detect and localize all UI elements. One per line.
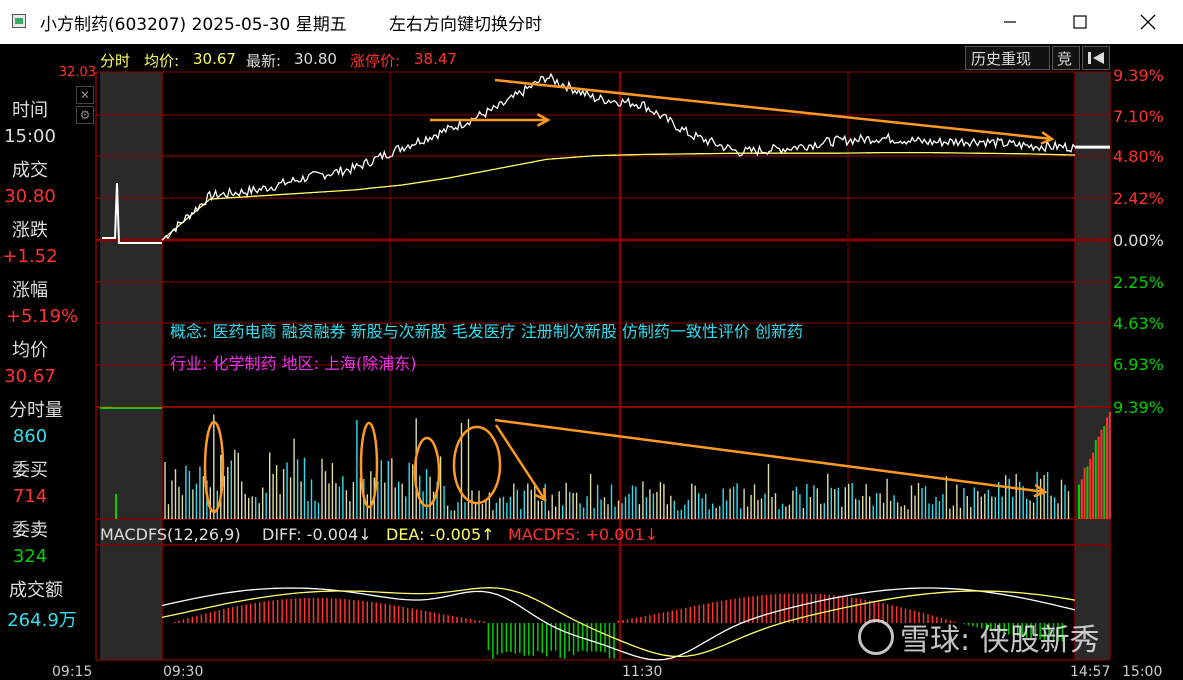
annotation-ellipse [359, 421, 379, 509]
axis-label-pct: 2.42% [1113, 189, 1164, 208]
annotation-arrow [494, 424, 547, 501]
auction-zone-morning [100, 72, 162, 660]
axis-label-pct: 4.63% [1113, 314, 1164, 333]
annotation-arrow [494, 78, 1053, 141]
time-axis-label: 14:57 [1070, 664, 1111, 680]
time-axis-label: 11:30 [622, 664, 663, 680]
axis-label-pct: 9.39% [1113, 398, 1164, 417]
xueqiu-logo-icon [858, 619, 894, 655]
axis-label-pct: 6.93% [1113, 355, 1164, 374]
concept-text: 概念: 医药电商 融资融券 新股与次新股 毛发医疗 注册制次新股 仿制药一致性评… [170, 322, 803, 341]
industry-text: 行业: 化学制药 地区: 上海(除浦东) [170, 354, 417, 373]
axis-label-pct: 2.25% [1113, 273, 1164, 292]
macd-macdfs: MACDFS: +0.001↓ [508, 525, 659, 544]
watermark: 雪球: 侠股新秀 [858, 615, 1100, 659]
time-axis-label: 09:30 [163, 664, 204, 680]
time-axis-label: 15:00 [1122, 664, 1163, 680]
macd-diff: DIFF: -0.004↓ [262, 525, 372, 544]
macd-dea: DEA: -0.005↑ [386, 525, 495, 544]
auction-zone-close [1075, 72, 1110, 660]
time-axis-label: 09:15 [52, 664, 93, 680]
axis-label-pct: 0.00% [1113, 231, 1164, 250]
price-line [161, 72, 1076, 241]
annotation-arrow [494, 418, 1046, 494]
axis-label-pct: 7.10% [1113, 107, 1164, 126]
axis-label-pct: 9.39% [1113, 66, 1164, 85]
macd-name: MACDFS(12,26,9) [100, 525, 241, 544]
axis-label-pct: 4.80% [1113, 147, 1164, 166]
avg-price-line [161, 151, 1076, 241]
watermark-text: 雪球: 侠股新秀 [900, 623, 1100, 658]
